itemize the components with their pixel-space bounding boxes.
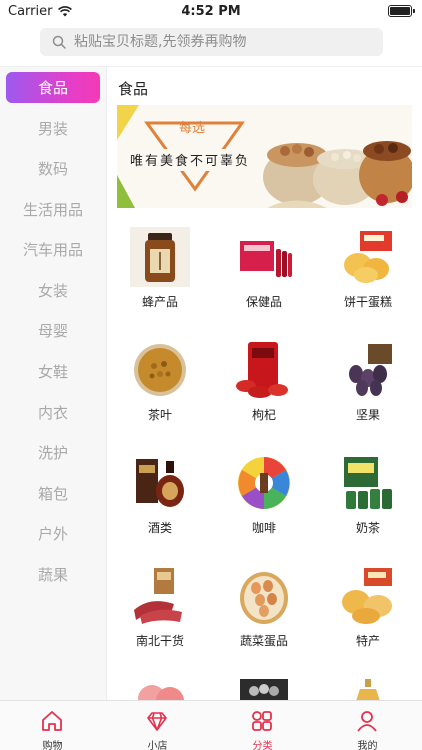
sidebar-item-daily-goods[interactable]: 生活用品 bbox=[6, 194, 100, 225]
health-box-icon bbox=[234, 227, 294, 287]
category-item-label: 蜂产品 bbox=[141, 295, 178, 309]
category-title: 食品 bbox=[118, 80, 149, 98]
category-item-label: 酒类 bbox=[147, 521, 172, 535]
search-input[interactable] bbox=[74, 34, 364, 50]
category-item-label: 饼干蛋糕 bbox=[343, 295, 392, 309]
sidebar-item-digital[interactable]: 数码 bbox=[6, 153, 100, 184]
honey-jar-icon bbox=[130, 227, 190, 287]
coffee-packets-icon bbox=[234, 453, 294, 513]
category-item-label: 枸杞 bbox=[251, 408, 276, 422]
oil-bottle-icon bbox=[338, 679, 398, 700]
category-item-goji[interactable]: 枸杞 bbox=[214, 340, 314, 440]
category-item-specialty[interactable]: 特产 bbox=[318, 566, 418, 666]
status-time: 4:52 PM bbox=[181, 4, 241, 19]
category-item-liquor[interactable]: 酒类 bbox=[110, 453, 210, 553]
milk-tea-icon bbox=[338, 453, 398, 513]
dried-goods-icon bbox=[130, 566, 190, 626]
category-item-dried-goods[interactable]: 南北干货 bbox=[110, 566, 210, 666]
category-item-label: 茶叶 bbox=[147, 408, 172, 422]
category-item-tea[interactable]: 茶叶 bbox=[110, 340, 210, 440]
eggs-basket-icon bbox=[234, 566, 294, 626]
category-item-partial-2[interactable] bbox=[214, 679, 314, 700]
search-icon bbox=[52, 35, 66, 49]
sidebar-item-underwear[interactable]: 内衣 bbox=[6, 397, 100, 428]
category-item-milk-tea[interactable]: 奶茶 bbox=[318, 453, 418, 553]
category-item-bee-products[interactable]: 蜂产品 bbox=[110, 227, 210, 327]
tab-label: 小店 bbox=[147, 741, 168, 750]
sidebar-item-womenswear[interactable]: 女装 bbox=[6, 275, 100, 306]
category-item-label: 南北干货 bbox=[135, 634, 184, 648]
status-bar: Carrier 4:52 PM bbox=[0, 0, 422, 24]
category-item-label: 特产 bbox=[355, 634, 380, 648]
banner-badge: 每选 bbox=[179, 120, 205, 136]
category-item-nuts[interactable]: 坚果 bbox=[318, 340, 418, 440]
category-item-label: 保健品 bbox=[245, 295, 282, 309]
liquor-bottle-icon bbox=[130, 453, 190, 513]
category-item-label: 蔬菜蛋品 bbox=[239, 634, 288, 648]
sidebar-item-auto[interactable]: 汽车用品 bbox=[6, 234, 100, 265]
app-root: Carrier 4:52 PM 食品 男装 数码 生活用品 汽车用品 女装 母婴… bbox=[0, 0, 422, 750]
specialty-snacks-icon bbox=[338, 566, 398, 626]
category-item-veg-eggs[interactable]: 蔬菜蛋品 bbox=[214, 566, 314, 666]
tab-label: 分类 bbox=[252, 741, 273, 750]
banner-graphic: 每选 唯有美食不可辜负 bbox=[117, 105, 412, 208]
category-item-health[interactable]: 保健品 bbox=[214, 227, 314, 327]
goji-berry-icon bbox=[234, 340, 294, 400]
cake-box-icon bbox=[338, 227, 398, 287]
tab-profile[interactable]: 我的 bbox=[315, 701, 420, 750]
tab-label: 我的 bbox=[357, 741, 378, 750]
sidebar-item-outdoor[interactable]: 户外 bbox=[6, 518, 100, 549]
category-sidebar: 食品 男装 数码 生活用品 汽车用品 女装 母婴 女鞋 内衣 洗护 箱包 户外 … bbox=[0, 67, 107, 700]
grid-icon bbox=[252, 711, 272, 731]
category-banner[interactable]: 每选 唯有美食不可辜负 bbox=[117, 105, 412, 208]
gift-box-icon bbox=[234, 679, 294, 700]
tab-category[interactable]: 分类 bbox=[210, 701, 315, 750]
sidebar-item-food[interactable]: 食品 bbox=[6, 72, 100, 103]
search-bar[interactable] bbox=[40, 28, 383, 56]
category-item-coffee[interactable]: 咖啡 bbox=[214, 453, 314, 553]
category-item-partial-1[interactable] bbox=[110, 679, 210, 700]
sidebar-item-personal-care[interactable]: 洗护 bbox=[6, 437, 100, 468]
category-item-label: 坚果 bbox=[355, 408, 380, 422]
tab-shopping[interactable]: 购物 bbox=[0, 701, 105, 750]
category-item-label: 奶茶 bbox=[355, 521, 380, 535]
tea-leaves-icon bbox=[130, 340, 190, 400]
sidebar-item-baby[interactable]: 母婴 bbox=[6, 315, 100, 346]
tab-shop[interactable]: 小店 bbox=[105, 701, 210, 750]
tab-bar: 购物 小店 分类 我的 bbox=[0, 700, 422, 750]
tab-label: 购物 bbox=[42, 741, 63, 750]
sidebar-item-womens-shoes[interactable]: 女鞋 bbox=[6, 356, 100, 387]
person-icon bbox=[357, 711, 377, 732]
category-item-label: 咖啡 bbox=[251, 521, 276, 535]
category-item-partial-3[interactable] bbox=[318, 679, 418, 700]
sidebar-item-fruit-veg[interactable]: 蔬果 bbox=[6, 559, 100, 590]
diamond-icon bbox=[147, 712, 167, 731]
home-icon bbox=[42, 711, 62, 731]
sidebar-item-menswear[interactable]: 男装 bbox=[6, 113, 100, 144]
category-item-biscuits-cakes[interactable]: 饼干蛋糕 bbox=[318, 227, 418, 327]
banner-slogan: 唯有美食不可辜负 bbox=[130, 153, 250, 169]
battery-icon bbox=[388, 5, 415, 17]
sidebar-item-bags[interactable]: 箱包 bbox=[6, 478, 100, 509]
nuts-icon bbox=[338, 340, 398, 400]
peach-icon bbox=[130, 679, 190, 700]
category-content: 食品 每选 唯有美食不可辜负 蜂产品 保健品 饼干蛋糕 茶叶 枸杞 坚果 酒类 … bbox=[107, 67, 422, 700]
